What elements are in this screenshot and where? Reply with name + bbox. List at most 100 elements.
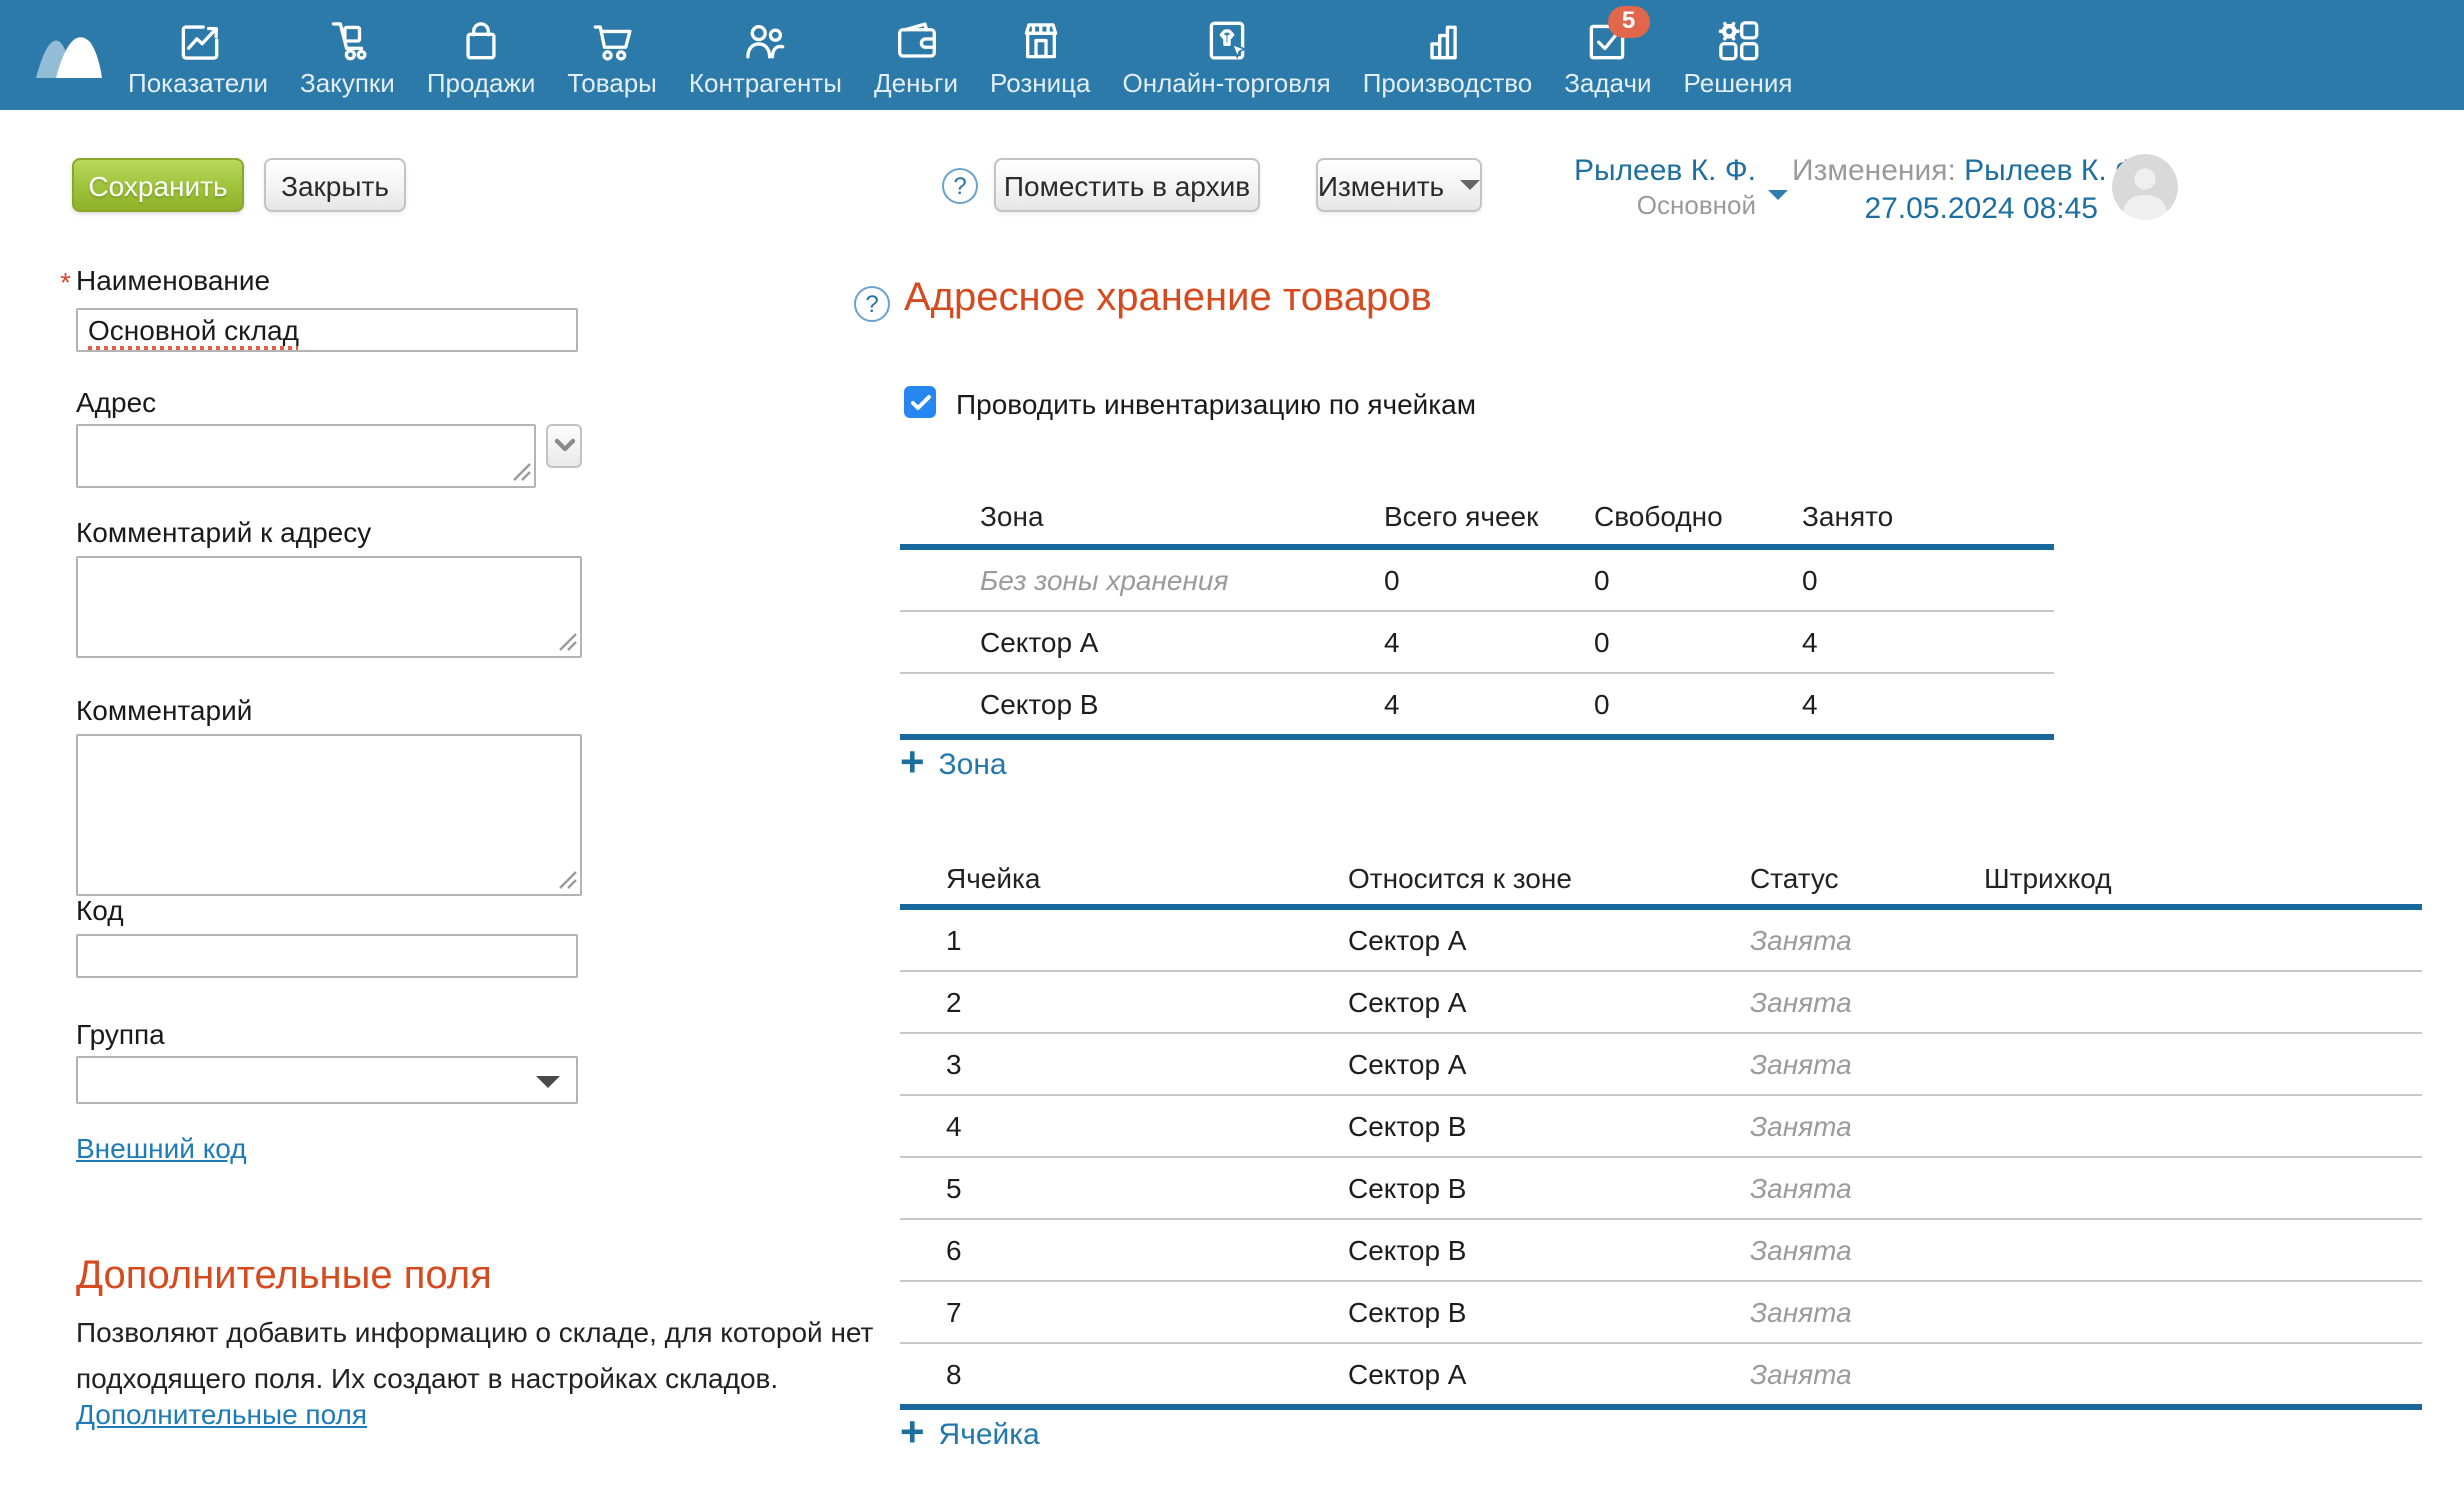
cell-table-row[interactable]: 8Сектор АЗанята: [900, 1344, 2422, 1404]
zone-table-row-occupied: 4: [1802, 688, 2054, 720]
cell-table-row-zone: Сектор В: [1348, 1234, 1750, 1266]
additional-fields-link[interactable]: Дополнительные поля: [76, 1398, 367, 1430]
address-comment-wrap: [76, 556, 582, 658]
plus-icon: +: [900, 1416, 925, 1452]
cells-header-status: Статус: [1750, 862, 1984, 894]
nav-item-label: Продажи: [427, 68, 536, 98]
address-dropdown-button[interactable]: [546, 424, 582, 468]
address-label: Адрес: [76, 386, 156, 418]
required-mark: *: [60, 266, 71, 298]
nav-item-online[interactable]: Онлайн-торговля: [1107, 0, 1347, 98]
zone-table-row[interactable]: Сектор В404: [900, 674, 2054, 734]
cell-table-row[interactable]: 7Сектор ВЗанята: [900, 1282, 2422, 1344]
cells-header-zone: Относится к зоне: [1348, 862, 1750, 894]
address-textarea[interactable]: [76, 424, 536, 488]
chevron-down-icon: [1460, 180, 1480, 190]
solutions-icon: [1712, 14, 1764, 66]
nav-item-contractors[interactable]: Контрагенты: [673, 0, 858, 98]
zones-table-header: Зона Всего ячеек Свободно Занято: [900, 486, 2054, 544]
cells-table: Ячейка Относится к зоне Статус Штрихкод …: [900, 852, 2422, 1410]
table-divider: [900, 734, 2054, 740]
nav-item-production[interactable]: Производство: [1347, 0, 1549, 98]
cell-table-row-zone: Сектор В: [1348, 1110, 1750, 1142]
nav-item-sales[interactable]: Продажи: [411, 0, 552, 98]
zone-table-row[interactable]: Сектор А404: [900, 612, 2054, 674]
cell-table-row-status: Занята: [1750, 924, 1984, 956]
zone-table-row-zone: Без зоны хранения: [900, 564, 1384, 596]
brand-logo-icon[interactable]: [30, 24, 110, 84]
cell-table-row-zone: Сектор В: [1348, 1172, 1750, 1204]
cells-table-header: Ячейка Относится к зоне Статус Штрихкод: [900, 852, 2422, 904]
group-select[interactable]: [76, 1056, 578, 1104]
zone-table-row-occupied: 4: [1802, 626, 2054, 658]
cell-table-row[interactable]: 3Сектор АЗанята: [900, 1034, 2422, 1096]
zones-table-body: Без зоны хранения000Сектор А404Сектор В4…: [900, 550, 2054, 734]
zone-table-row[interactable]: Без зоны хранения000: [900, 550, 2054, 612]
cell-table-row-zone: Сектор А: [1348, 924, 1750, 956]
changes-line: Изменения: Рылеев К. Ф.: [1792, 154, 2098, 188]
address-comment-label: Комментарий к адресу: [76, 516, 371, 548]
cell-table-row-cell: 2: [900, 986, 1348, 1018]
add-cell-label: Ячейка: [939, 1417, 1040, 1451]
archive-button[interactable]: Поместить в архив: [994, 158, 1260, 212]
tasks-badge: 5: [1608, 6, 1649, 38]
nav-item-purchases[interactable]: Закупки: [284, 0, 411, 98]
nav-item-tasks[interactable]: 5Задачи: [1548, 0, 1667, 98]
code-input[interactable]: [76, 934, 578, 978]
external-code-link[interactable]: Внешний код: [76, 1132, 247, 1164]
address-comment-textarea[interactable]: [76, 556, 582, 658]
name-value: Основной склад: [88, 314, 299, 346]
save-button[interactable]: Сохранить: [72, 158, 244, 212]
help-icon[interactable]: ?: [942, 168, 978, 204]
nav-item-label: Онлайн-торговля: [1123, 68, 1331, 98]
edit-button[interactable]: Изменить: [1316, 158, 1482, 212]
cell-table-row[interactable]: 6Сектор ВЗанята: [900, 1220, 2422, 1282]
page: Показатели Закупки Продажи Товары Контрагент…: [0, 0, 2464, 1492]
nav-item-solutions[interactable]: Решения: [1668, 0, 1809, 98]
nav-item-goods[interactable]: Товары: [551, 0, 672, 98]
storage-title: Адресное хранение товаров: [904, 276, 1432, 322]
cell-table-row[interactable]: 2Сектор АЗанята: [900, 972, 2422, 1034]
zones-table: Зона Всего ячеек Свободно Занято Без зон…: [900, 486, 2054, 740]
add-zone-button[interactable]: + Зона: [900, 746, 1007, 782]
comment-wrap: [76, 734, 582, 896]
nav-item-retail[interactable]: Розница: [974, 0, 1107, 98]
cells-header-barcode: Штрихкод: [1984, 862, 2422, 894]
comment-label: Комментарий: [76, 694, 252, 726]
nav-item-label: Показатели: [128, 68, 268, 98]
add-cell-button[interactable]: + Ячейка: [900, 1416, 1040, 1452]
zone-table-row-free: 0: [1594, 626, 1802, 658]
zone-table-row-zone: Сектор А: [900, 626, 1384, 658]
comment-textarea[interactable]: [76, 734, 582, 896]
cell-table-row[interactable]: 5Сектор ВЗанята: [900, 1158, 2422, 1220]
inventory-checkbox[interactable]: [904, 386, 936, 418]
zone-table-row-total: 4: [1384, 688, 1594, 720]
cell-table-row[interactable]: 4Сектор ВЗанята: [900, 1096, 2422, 1158]
nav-item-label: Закупки: [300, 68, 395, 98]
additional-fields-title: Дополнительные поля: [76, 1254, 492, 1300]
avatar[interactable]: [2112, 154, 2178, 220]
close-button[interactable]: Закрыть: [264, 158, 406, 212]
zone-table-row-total: 4: [1384, 626, 1594, 658]
cell-table-row[interactable]: 1Сектор АЗанята: [900, 910, 2422, 972]
nav-item-label: Товары: [567, 68, 656, 98]
nav-item-label: Производство: [1363, 68, 1533, 98]
owner-department: Основной: [1540, 190, 1756, 220]
cell-table-row-cell: 3: [900, 1048, 1348, 1080]
owner-chevron-down-icon[interactable]: [1768, 190, 1788, 200]
zone-table-row-free: 0: [1594, 564, 1802, 596]
code-label: Код: [76, 894, 124, 926]
zones-header-zone: Зона: [900, 499, 1384, 531]
zones-header-total: Всего ячеек: [1384, 499, 1594, 531]
owner-link[interactable]: Рылеев К. Ф.: [1540, 154, 1756, 188]
nav-item-metrics[interactable]: Показатели: [112, 0, 284, 98]
description-line: Позволяют добавить информацию о складе, …: [76, 1310, 956, 1356]
online-icon: [1201, 14, 1253, 66]
additional-fields-description: Позволяют добавить информацию о складе, …: [76, 1310, 956, 1402]
name-input[interactable]: Основной склад: [76, 308, 578, 352]
nav-item-money[interactable]: Деньги: [858, 0, 974, 98]
description-line: подходящего поля. Их создают в настройка…: [76, 1356, 956, 1402]
cell-table-row-cell: 7: [900, 1296, 1348, 1328]
storage-help-icon[interactable]: ?: [854, 286, 890, 322]
cells-header-cell: Ячейка: [900, 862, 1348, 894]
